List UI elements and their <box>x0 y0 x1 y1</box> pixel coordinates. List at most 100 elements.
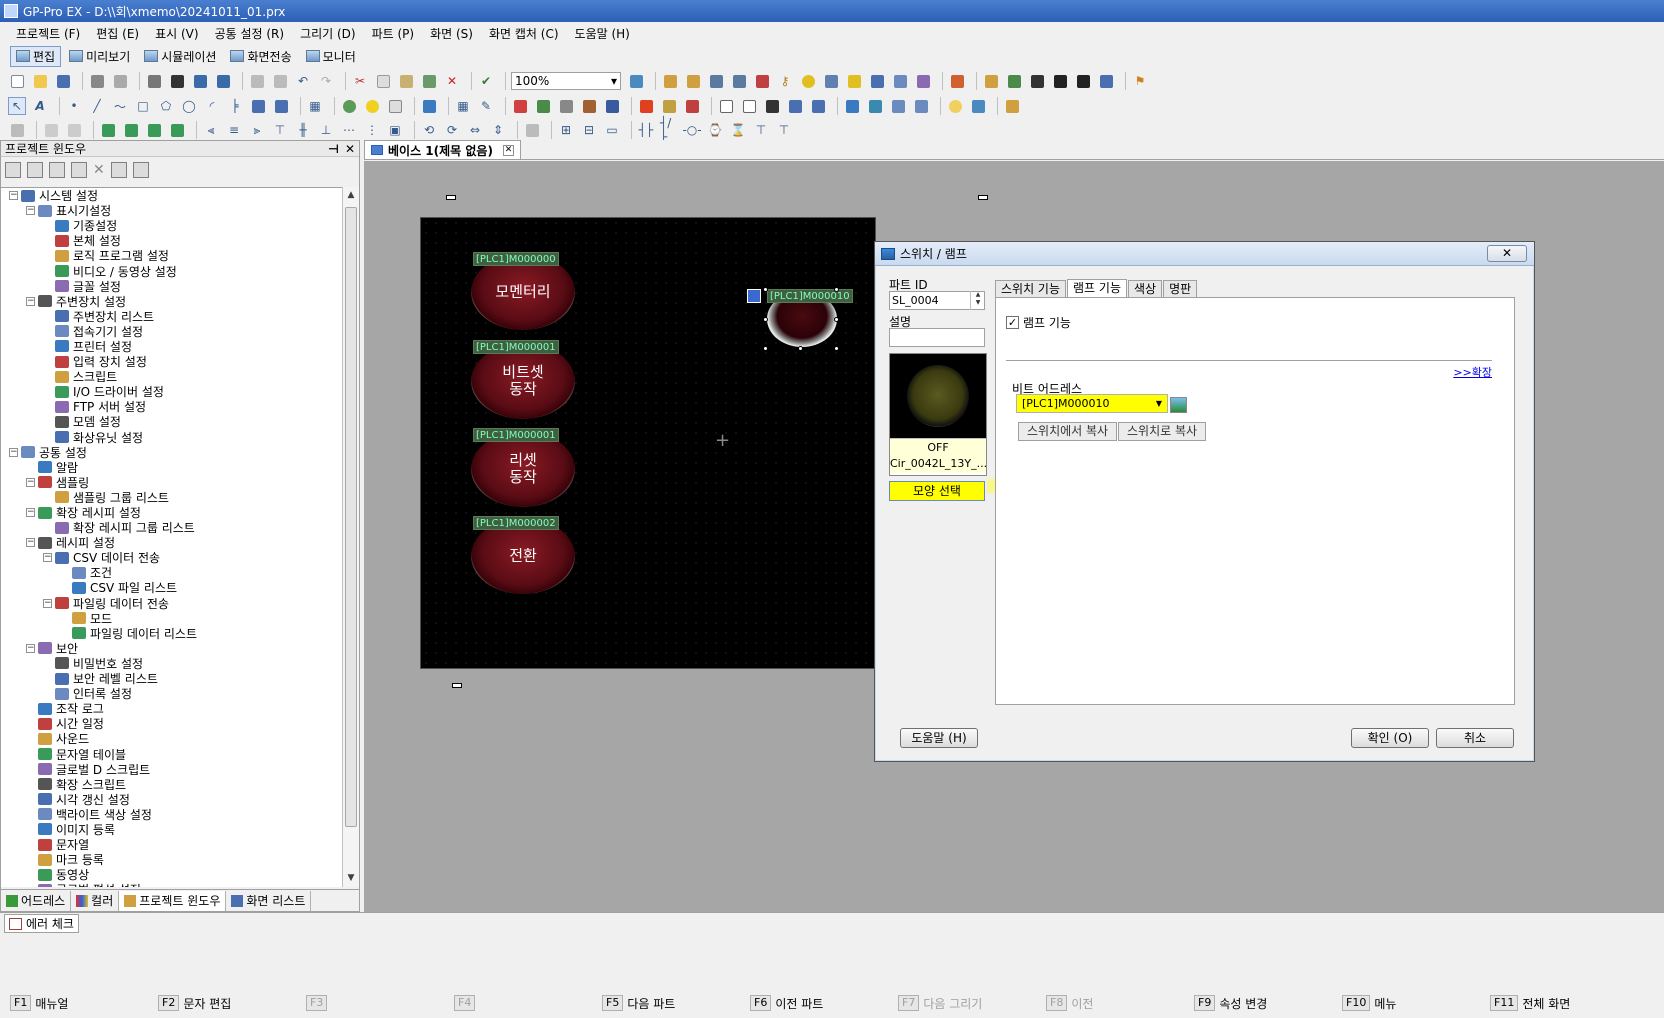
project-paste-icon[interactable] <box>71 162 87 178</box>
image-icon[interactable] <box>948 72 966 90</box>
tree-item[interactable]: 샘플링 그룹 리스트 <box>1 490 343 505</box>
arrange-icon[interactable] <box>8 121 26 139</box>
zoom-select[interactable]: 100% ▾ <box>511 72 621 90</box>
backward-icon[interactable] <box>168 121 186 139</box>
tree-item[interactable]: 파일링 데이터 리스트 <box>1 626 343 641</box>
resize-handle[interactable] <box>834 346 839 351</box>
tree-item[interactable]: 이미지 등록 <box>1 822 343 837</box>
paste-special-icon[interactable] <box>420 72 438 90</box>
menu-help[interactable]: 도움말 (H) <box>567 25 638 42</box>
tree-item[interactable]: − 주변장치 설정 <box>1 294 343 309</box>
counter-icon[interactable]: ⌛ <box>729 121 747 139</box>
resize-handle[interactable] <box>834 317 839 322</box>
lamp-function-checkbox[interactable]: ✓ 램프 기능 <box>1006 314 1071 331</box>
project-tree[interactable]: − 시스템 설정 − 표시기설정 기종설정 본체 설정 로직 프로그램 설정 비디오 / 동영… <box>1 187 343 887</box>
tree-item[interactable]: 인터록 설정 <box>1 686 343 701</box>
ladder2-icon[interactable]: ⊟ <box>580 121 598 139</box>
component-icon[interactable] <box>763 97 781 115</box>
print-preview-icon[interactable] <box>111 72 129 90</box>
string-table-icon[interactable] <box>868 72 886 90</box>
group-icon[interactable] <box>42 121 60 139</box>
address-icon[interactable] <box>730 72 748 90</box>
tree-item[interactable]: 모드 <box>1 611 343 626</box>
flag-icon[interactable]: ⚑ <box>1131 72 1149 90</box>
align-left-icon[interactable]: ⫷ <box>202 121 220 139</box>
mode-edit[interactable]: 편집 <box>10 45 62 67</box>
collapse-icon[interactable]: − <box>26 538 35 548</box>
arc-icon[interactable]: ◜ <box>203 97 221 115</box>
db-icon[interactable] <box>982 72 1000 90</box>
tree-item[interactable]: 백라이트 색상 설정 <box>1 807 343 822</box>
screen-new-icon[interactable] <box>214 72 232 90</box>
line-icon[interactable]: ╱ <box>88 97 106 115</box>
distribute-v-icon[interactable]: ⋮ <box>363 121 381 139</box>
search-icon[interactable] <box>822 72 840 90</box>
graph-icon[interactable] <box>420 97 438 115</box>
collapse-icon[interactable]: − <box>26 508 35 518</box>
tree-item[interactable]: 마크 등록 <box>1 852 343 867</box>
undo-icon[interactable]: ↶ <box>294 72 312 90</box>
tree-item[interactable]: − 표시기설정 <box>1 203 343 218</box>
project-edit-icon[interactable] <box>27 162 43 178</box>
tree-item[interactable]: − 공통 설정 <box>1 445 343 460</box>
tree-item[interactable]: − 파일링 데이터 전송 <box>1 596 343 611</box>
tree-item[interactable]: 문자열 <box>1 837 343 852</box>
fkey-f6[interactable]: F6 이전 파트 <box>750 994 823 1012</box>
mode-preview[interactable]: 미리보기 <box>63 46 136 67</box>
tree-item[interactable]: 로직 프로그램 설정 <box>1 248 343 263</box>
tree-item[interactable]: 보안 레벨 리스트 <box>1 671 343 686</box>
screen-icon[interactable] <box>1097 72 1115 90</box>
fkey-f10[interactable]: F10 메뉴 <box>1342 994 1396 1012</box>
collapse-icon[interactable]: − <box>43 553 52 563</box>
tree-item[interactable]: 본체 설정 <box>1 233 343 248</box>
fkey-f2[interactable]: F2 문자 편집 <box>158 994 231 1012</box>
selection-handle[interactable] <box>978 195 988 200</box>
ext-script-icon[interactable] <box>914 72 932 90</box>
tab-base-1[interactable]: 베이스 1(제목 없음) ✕ <box>364 140 521 159</box>
list-icon[interactable] <box>707 72 725 90</box>
coil-icon[interactable]: -○- <box>682 121 701 139</box>
mode-transfer[interactable]: 화면전송 <box>224 46 297 67</box>
paste-icon[interactable] <box>397 72 415 90</box>
menu-screen[interactable]: 화면 (S) <box>422 25 481 42</box>
polyline-icon[interactable]: 〜 <box>111 97 129 115</box>
tab-address[interactable]: 어드레스 <box>1 890 72 911</box>
pin-icon[interactable]: ⊣ <box>328 142 339 156</box>
fill-icon[interactable] <box>249 97 267 115</box>
rotate-left-icon[interactable]: ⟲ <box>420 121 438 139</box>
move-icon[interactable]: ⊤ <box>775 121 793 139</box>
screen-open-icon[interactable] <box>191 72 209 90</box>
tree-item[interactable]: 문자열 테이블 <box>1 746 343 762</box>
lamp-icon[interactable] <box>363 97 381 115</box>
check-icon[interactable]: ✔ <box>477 72 495 90</box>
menu-project[interactable]: 프로젝트 (F) <box>8 25 88 42</box>
tree-item[interactable]: − 시스템 설정 <box>1 188 343 203</box>
picture-icon[interactable] <box>866 97 884 115</box>
alarm-icon[interactable] <box>753 72 771 90</box>
collapse-icon[interactable]: − <box>26 477 35 487</box>
ladder3-icon[interactable]: ▭ <box>603 121 621 139</box>
scroll-up-icon[interactable]: ▲ <box>343 187 359 204</box>
menu-view[interactable]: 표시 (V) <box>147 25 206 42</box>
menu-common-settings[interactable]: 공통 설정 (R) <box>207 25 293 42</box>
report-icon[interactable] <box>912 97 930 115</box>
ellipse-icon[interactable]: ◯ <box>180 97 198 115</box>
tree-item[interactable]: 알람 <box>1 460 343 475</box>
collapse-icon[interactable]: − <box>26 296 35 306</box>
menu-draw[interactable]: 그리기 (D) <box>292 25 364 42</box>
recipe-icon[interactable] <box>683 97 701 115</box>
contact-nc-icon[interactable]: ┤/├ <box>660 116 678 144</box>
tree-item[interactable]: 글꼴 설정 <box>1 279 343 294</box>
resize-handle[interactable] <box>763 287 768 292</box>
expand-link[interactable]: >>확장 <box>1453 364 1492 380</box>
tree-item[interactable]: 모뎀 설정 <box>1 414 343 429</box>
delete-icon[interactable]: ✕ <box>443 72 461 90</box>
ok-button[interactable]: 확인 (O) <box>1351 728 1429 748</box>
tree-item[interactable]: 조건 <box>1 565 343 580</box>
mark-icon[interactable] <box>1028 72 1046 90</box>
calendar-icon[interactable] <box>809 97 827 115</box>
fkey-f5[interactable]: F5 다음 파트 <box>602 994 675 1012</box>
flip-v-icon[interactable]: ⇕ <box>489 121 507 139</box>
tree-item[interactable]: I/O 드라이버 설정 <box>1 384 343 399</box>
window-part-icon[interactable] <box>603 97 621 115</box>
